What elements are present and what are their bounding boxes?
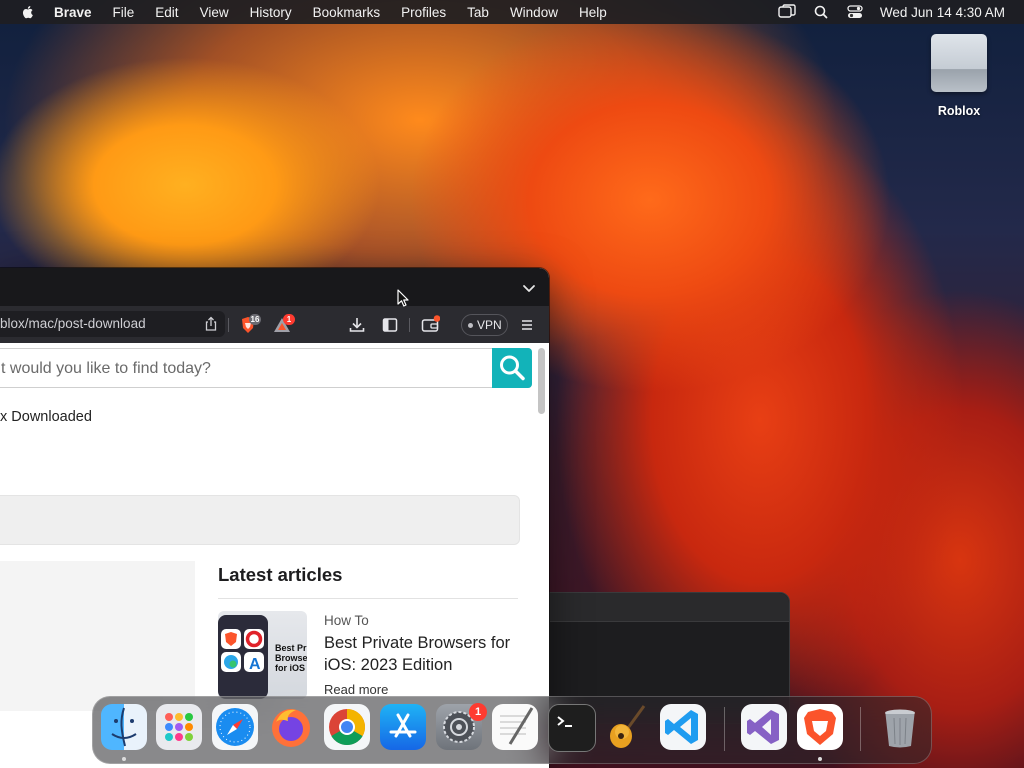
latest-articles-heading: Latest articles xyxy=(218,564,343,585)
guitar-icon xyxy=(610,705,646,748)
control-center-icon[interactable] xyxy=(846,4,864,20)
shields-count-badge: 16 xyxy=(249,314,261,325)
menu-view[interactable]: View xyxy=(200,5,229,20)
thumb-text-line-3: for iOS xyxy=(275,663,305,673)
menu-help[interactable]: Help xyxy=(579,5,607,20)
chrome-icon xyxy=(329,709,366,746)
dock-firefox[interactable] xyxy=(268,704,314,750)
download-status-text: x Downloaded xyxy=(0,409,92,425)
apple-menu-icon[interactable] xyxy=(20,4,36,20)
dock-chrome[interactable] xyxy=(324,704,370,750)
menu-window[interactable]: Window xyxy=(510,5,558,20)
drive-icon[interactable] xyxy=(931,34,987,92)
content-banner xyxy=(0,495,520,545)
safari-compass-icon xyxy=(216,708,254,746)
tab-strip[interactable] xyxy=(0,268,549,306)
address-bar-url[interactable]: blox/mac/post-download xyxy=(0,316,146,331)
menu-profiles[interactable]: Profiles xyxy=(401,5,446,20)
visual-studio-icon xyxy=(747,710,779,744)
menu-clock[interactable]: Wed Jun 14 4:30 AM xyxy=(880,5,1005,20)
finder-icon xyxy=(111,707,137,747)
menu-file[interactable]: File xyxy=(113,5,135,20)
wallet-icon[interactable] xyxy=(420,315,440,335)
article-thumbnail[interactable]: A Best Pr Browse for iOS xyxy=(218,611,307,699)
vpn-button[interactable]: VPN xyxy=(461,314,508,336)
desktop-drive[interactable]: Roblox xyxy=(918,34,1000,118)
vpn-label: VPN xyxy=(477,318,502,332)
vscode-icon xyxy=(665,710,698,744)
spotlight-search-icon[interactable] xyxy=(812,4,830,20)
search-placeholder: t would you like to find today? xyxy=(1,360,211,377)
dock-vscode[interactable] xyxy=(660,704,706,750)
share-icon[interactable] xyxy=(203,316,219,332)
dock-textedit[interactable] xyxy=(492,704,538,750)
read-more-link[interactable]: Read more xyxy=(324,682,388,697)
trash-icon xyxy=(885,709,915,748)
terminal-icon xyxy=(557,716,572,727)
tab-search-chevron-icon[interactable] xyxy=(521,280,537,296)
dock-separator xyxy=(724,707,725,751)
page-scrollbar[interactable] xyxy=(538,348,545,414)
dock-app-store[interactable] xyxy=(380,704,426,750)
search-icon xyxy=(500,355,525,381)
menu-app-name[interactable]: Brave xyxy=(54,5,92,20)
search-button[interactable] xyxy=(492,348,532,388)
menu-bookmarks[interactable]: Bookmarks xyxy=(313,5,381,20)
browser-window: blox/mac/post-download 16 1 VPN t would … xyxy=(0,268,549,768)
dock-brave[interactable] xyxy=(797,704,843,750)
dock-terminal[interactable] xyxy=(548,704,596,752)
svg-text:A: A xyxy=(249,656,261,673)
firefox-icon xyxy=(272,709,310,747)
dock-separator xyxy=(860,707,861,751)
menu-bar: Brave File Edit View History Bookmarks P… xyxy=(0,0,1024,24)
browser-logos-image: A Best Pr Browse for iOS xyxy=(218,615,307,699)
dock-launchpad[interactable] xyxy=(156,704,202,750)
dock-running-indicator xyxy=(122,757,126,761)
vpn-status-dot xyxy=(468,323,473,328)
article-title-link[interactable]: Best Private Browsers for iOS: 2023 Edit… xyxy=(324,632,524,676)
launchpad-icon xyxy=(165,713,193,741)
background-window-titlebar[interactable] xyxy=(550,593,789,622)
screen-mirroring-icon[interactable] xyxy=(778,4,796,20)
thumb-text-line-1: Best Pr xyxy=(275,643,307,653)
rewards-count-badge: 1 xyxy=(283,314,295,325)
menu-history[interactable]: History xyxy=(250,5,292,20)
textedit-icon xyxy=(500,707,534,745)
mouse-cursor-icon xyxy=(397,289,409,307)
drive-label: Roblox xyxy=(937,104,981,118)
content-panel xyxy=(0,561,195,711)
article-category[interactable]: How To xyxy=(324,613,369,628)
toolbar-separator xyxy=(228,318,229,332)
app-store-icon xyxy=(389,713,417,738)
dock-visual-studio[interactable] xyxy=(741,704,787,750)
menu-hamburger-icon[interactable] xyxy=(517,315,537,335)
dock: 1 xyxy=(92,696,932,764)
sidebar-toggle-icon[interactable] xyxy=(380,315,400,335)
brave-lion-icon xyxy=(804,709,836,745)
downloads-icon[interactable] xyxy=(347,315,367,335)
settings-badge: 1 xyxy=(469,703,487,721)
dock-garageband[interactable] xyxy=(604,704,650,750)
dock-safari[interactable] xyxy=(212,704,258,750)
browser-toolbar: blox/mac/post-download 16 1 VPN xyxy=(0,306,549,343)
toolbar-separator xyxy=(409,318,410,332)
menu-edit[interactable]: Edit xyxy=(155,5,178,20)
site-search-input[interactable]: t would you like to find today? xyxy=(0,348,532,388)
address-bar[interactable]: blox/mac/post-download xyxy=(0,311,225,337)
dock-trash[interactable] xyxy=(877,704,923,750)
dock-finder[interactable] xyxy=(101,704,147,750)
menu-tab[interactable]: Tab xyxy=(467,5,489,20)
thumb-text-line-2: Browse xyxy=(275,653,307,663)
heading-divider xyxy=(218,598,518,599)
dock-running-indicator xyxy=(818,757,822,761)
